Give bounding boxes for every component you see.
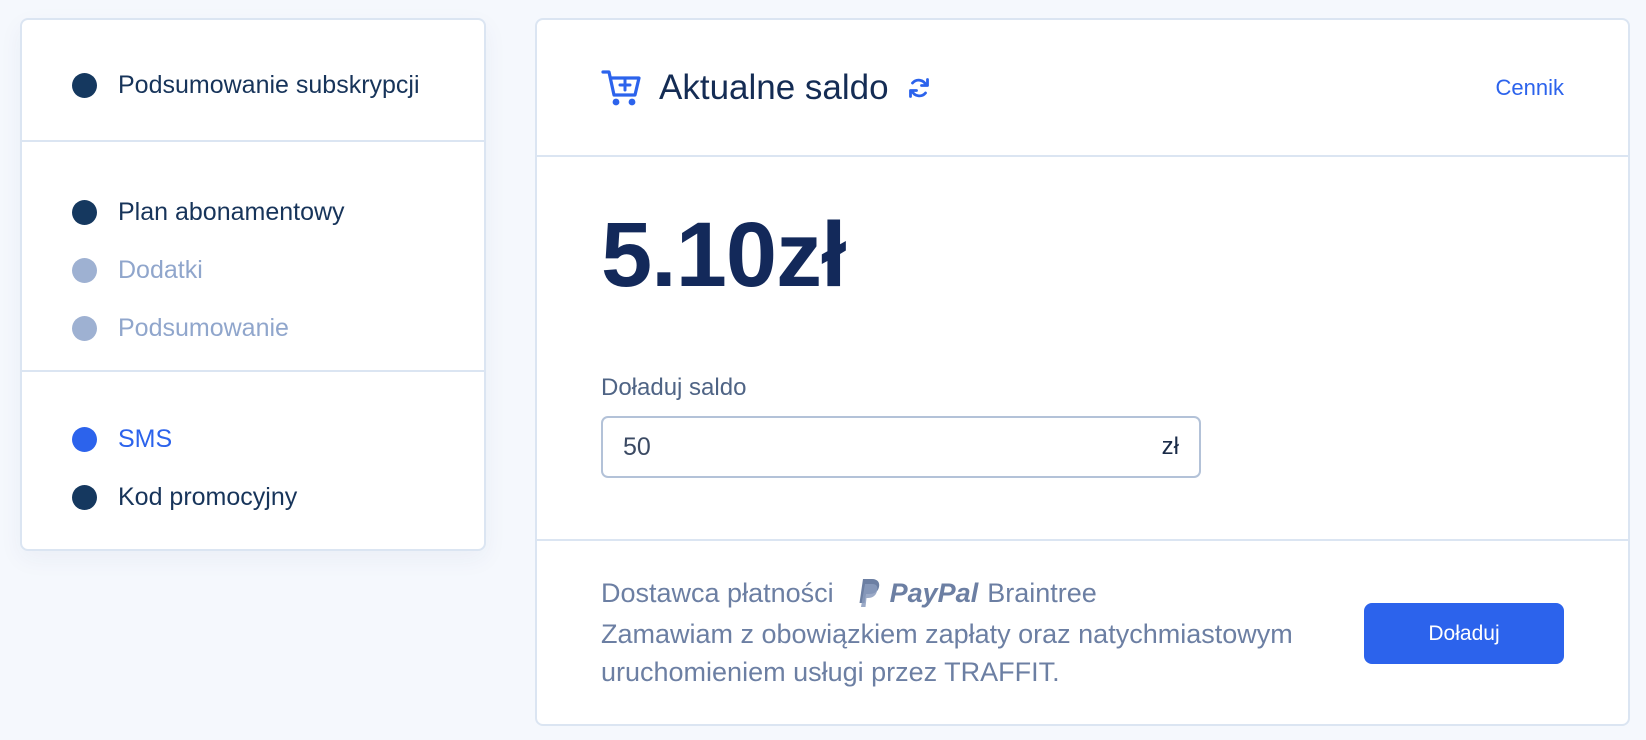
sidebar-section-summary: Podsumowanie subskrypcji xyxy=(22,20,484,142)
sidebar-item-label: Dodatki xyxy=(118,255,203,284)
sidebar-item-subscription-plan[interactable]: Plan abonamentowy xyxy=(22,183,484,241)
sidebar-item-label: Podsumowanie subskrypcji xyxy=(118,70,420,99)
current-balance: 5.10zł xyxy=(601,204,847,306)
subscription-steps-sidebar: Podsumowanie subskrypcji Plan abonamento… xyxy=(20,18,486,551)
step-dot-icon xyxy=(72,257,97,283)
topup-amount-input[interactable] xyxy=(623,432,1162,462)
step-dot-icon xyxy=(72,72,97,98)
sidebar-section-extras: SMS Kod promocyjny xyxy=(22,372,484,526)
topup-label: Doładuj saldo xyxy=(601,374,747,401)
sidebar-item-addons[interactable]: Dodatki xyxy=(22,241,484,299)
payment-provider-label: Dostawca płatności xyxy=(601,577,834,608)
sidebar-item-promo-code[interactable]: Kod promocyjny xyxy=(22,468,484,526)
balance-card: Aktualne saldo Cennik 5.10zł Doładuj sal… xyxy=(535,18,1630,726)
order-consent-text: Zamawiam z obowiązkiem zapłaty oraz naty… xyxy=(601,619,1293,687)
balance-card-footer: Dostawca płatności PayPal Braintree Zama… xyxy=(537,541,1628,691)
braintree-wordmark: Braintree xyxy=(987,577,1097,608)
sidebar-item-sms[interactable]: SMS xyxy=(22,410,484,468)
sidebar-section-plan: Plan abonamentowy Dodatki Podsumowanie xyxy=(22,142,484,372)
sidebar-item-label: SMS xyxy=(118,424,173,453)
topup-button[interactable]: Doładuj xyxy=(1364,603,1564,664)
balance-card-body: 5.10zł Doładuj saldo zł xyxy=(537,157,1628,541)
sidebar-item-summary[interactable]: Podsumowanie xyxy=(22,299,484,357)
topup-amount-field[interactable]: zł xyxy=(601,416,1201,478)
step-dot-icon xyxy=(72,315,97,341)
step-dot-icon xyxy=(72,484,97,510)
cart-plus-icon xyxy=(601,68,643,108)
balance-card-header: Aktualne saldo Cennik xyxy=(537,20,1628,157)
sidebar-item-subscription-summary[interactable]: Podsumowanie subskrypcji xyxy=(22,68,484,102)
refresh-icon[interactable] xyxy=(907,74,935,102)
sidebar-item-label: Podsumowanie xyxy=(118,313,289,342)
step-dot-icon xyxy=(72,426,97,452)
sidebar-item-label: Kod promocyjny xyxy=(118,482,298,511)
paypal-wordmark: PayPal xyxy=(889,577,979,608)
pricing-link[interactable]: Cennik xyxy=(1496,75,1564,101)
currency-suffix: zł xyxy=(1161,433,1179,460)
paypal-icon xyxy=(859,579,879,607)
sidebar-item-label: Plan abonamentowy xyxy=(118,197,345,226)
paypal-braintree-logo: PayPal Braintree xyxy=(856,577,1097,609)
page-title: Aktualne saldo xyxy=(659,67,889,107)
step-dot-icon xyxy=(72,199,97,225)
